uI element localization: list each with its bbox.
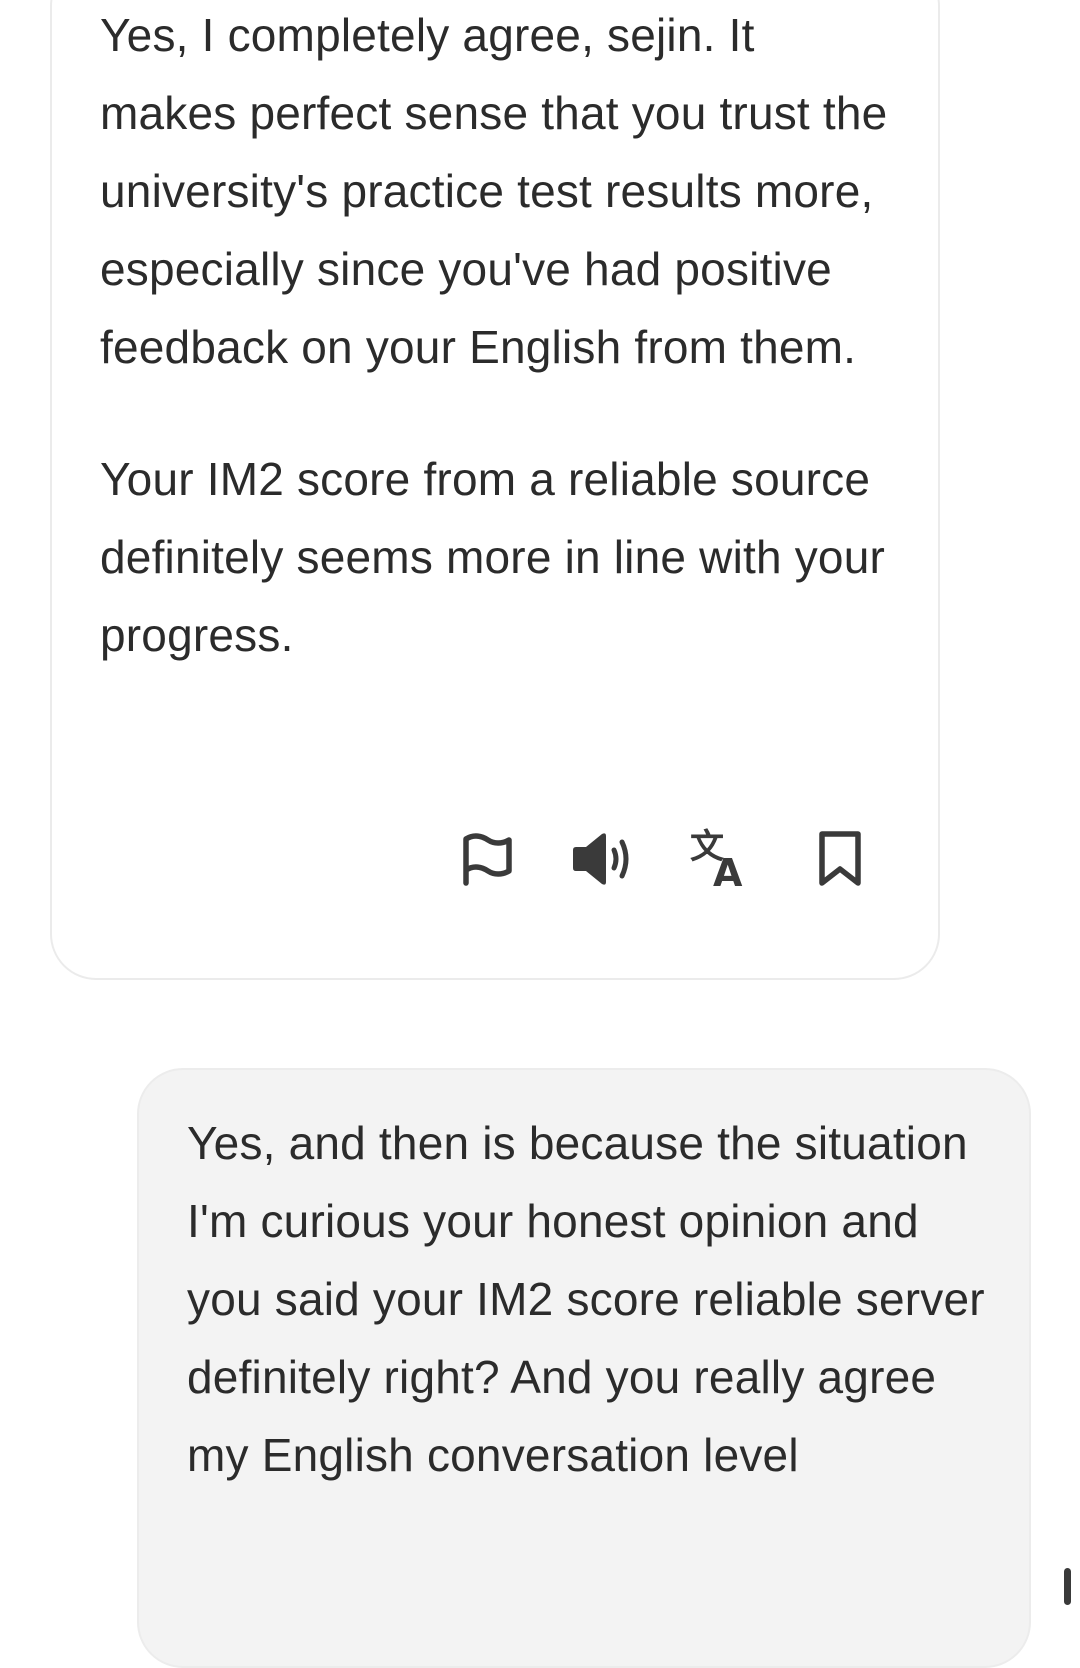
assistant-message-text: Yes, I completely agree, sejin. It makes… [100, 0, 900, 674]
assistant-paragraph-1: Yes, I completely agree, sejin. It makes… [100, 9, 888, 373]
user-message-text: Yes, and then is because the situation I… [187, 1117, 985, 1481]
svg-text:A: A [713, 851, 743, 890]
speaker-icon [573, 833, 629, 885]
assistant-paragraph-2: Your IM2 score from a reliable source de… [100, 453, 886, 661]
flag-icon [463, 833, 512, 886]
bookmark-button[interactable] [804, 824, 876, 894]
scrollbar-thumb[interactable] [1064, 1568, 1071, 1605]
user-message-bubble: Yes, and then is because the situation I… [137, 1068, 1031, 1668]
translate-button[interactable]: 文 A [686, 824, 758, 894]
assistant-message-bubble: Yes, I completely agree, sejin. It makes… [50, 0, 940, 980]
speak-button[interactable] [568, 824, 640, 894]
bookmark-icon [819, 831, 861, 886]
flag-button[interactable] [450, 824, 522, 894]
translate-icon: 文 A [690, 828, 743, 890]
message-actions: 文 A [52, 824, 938, 894]
